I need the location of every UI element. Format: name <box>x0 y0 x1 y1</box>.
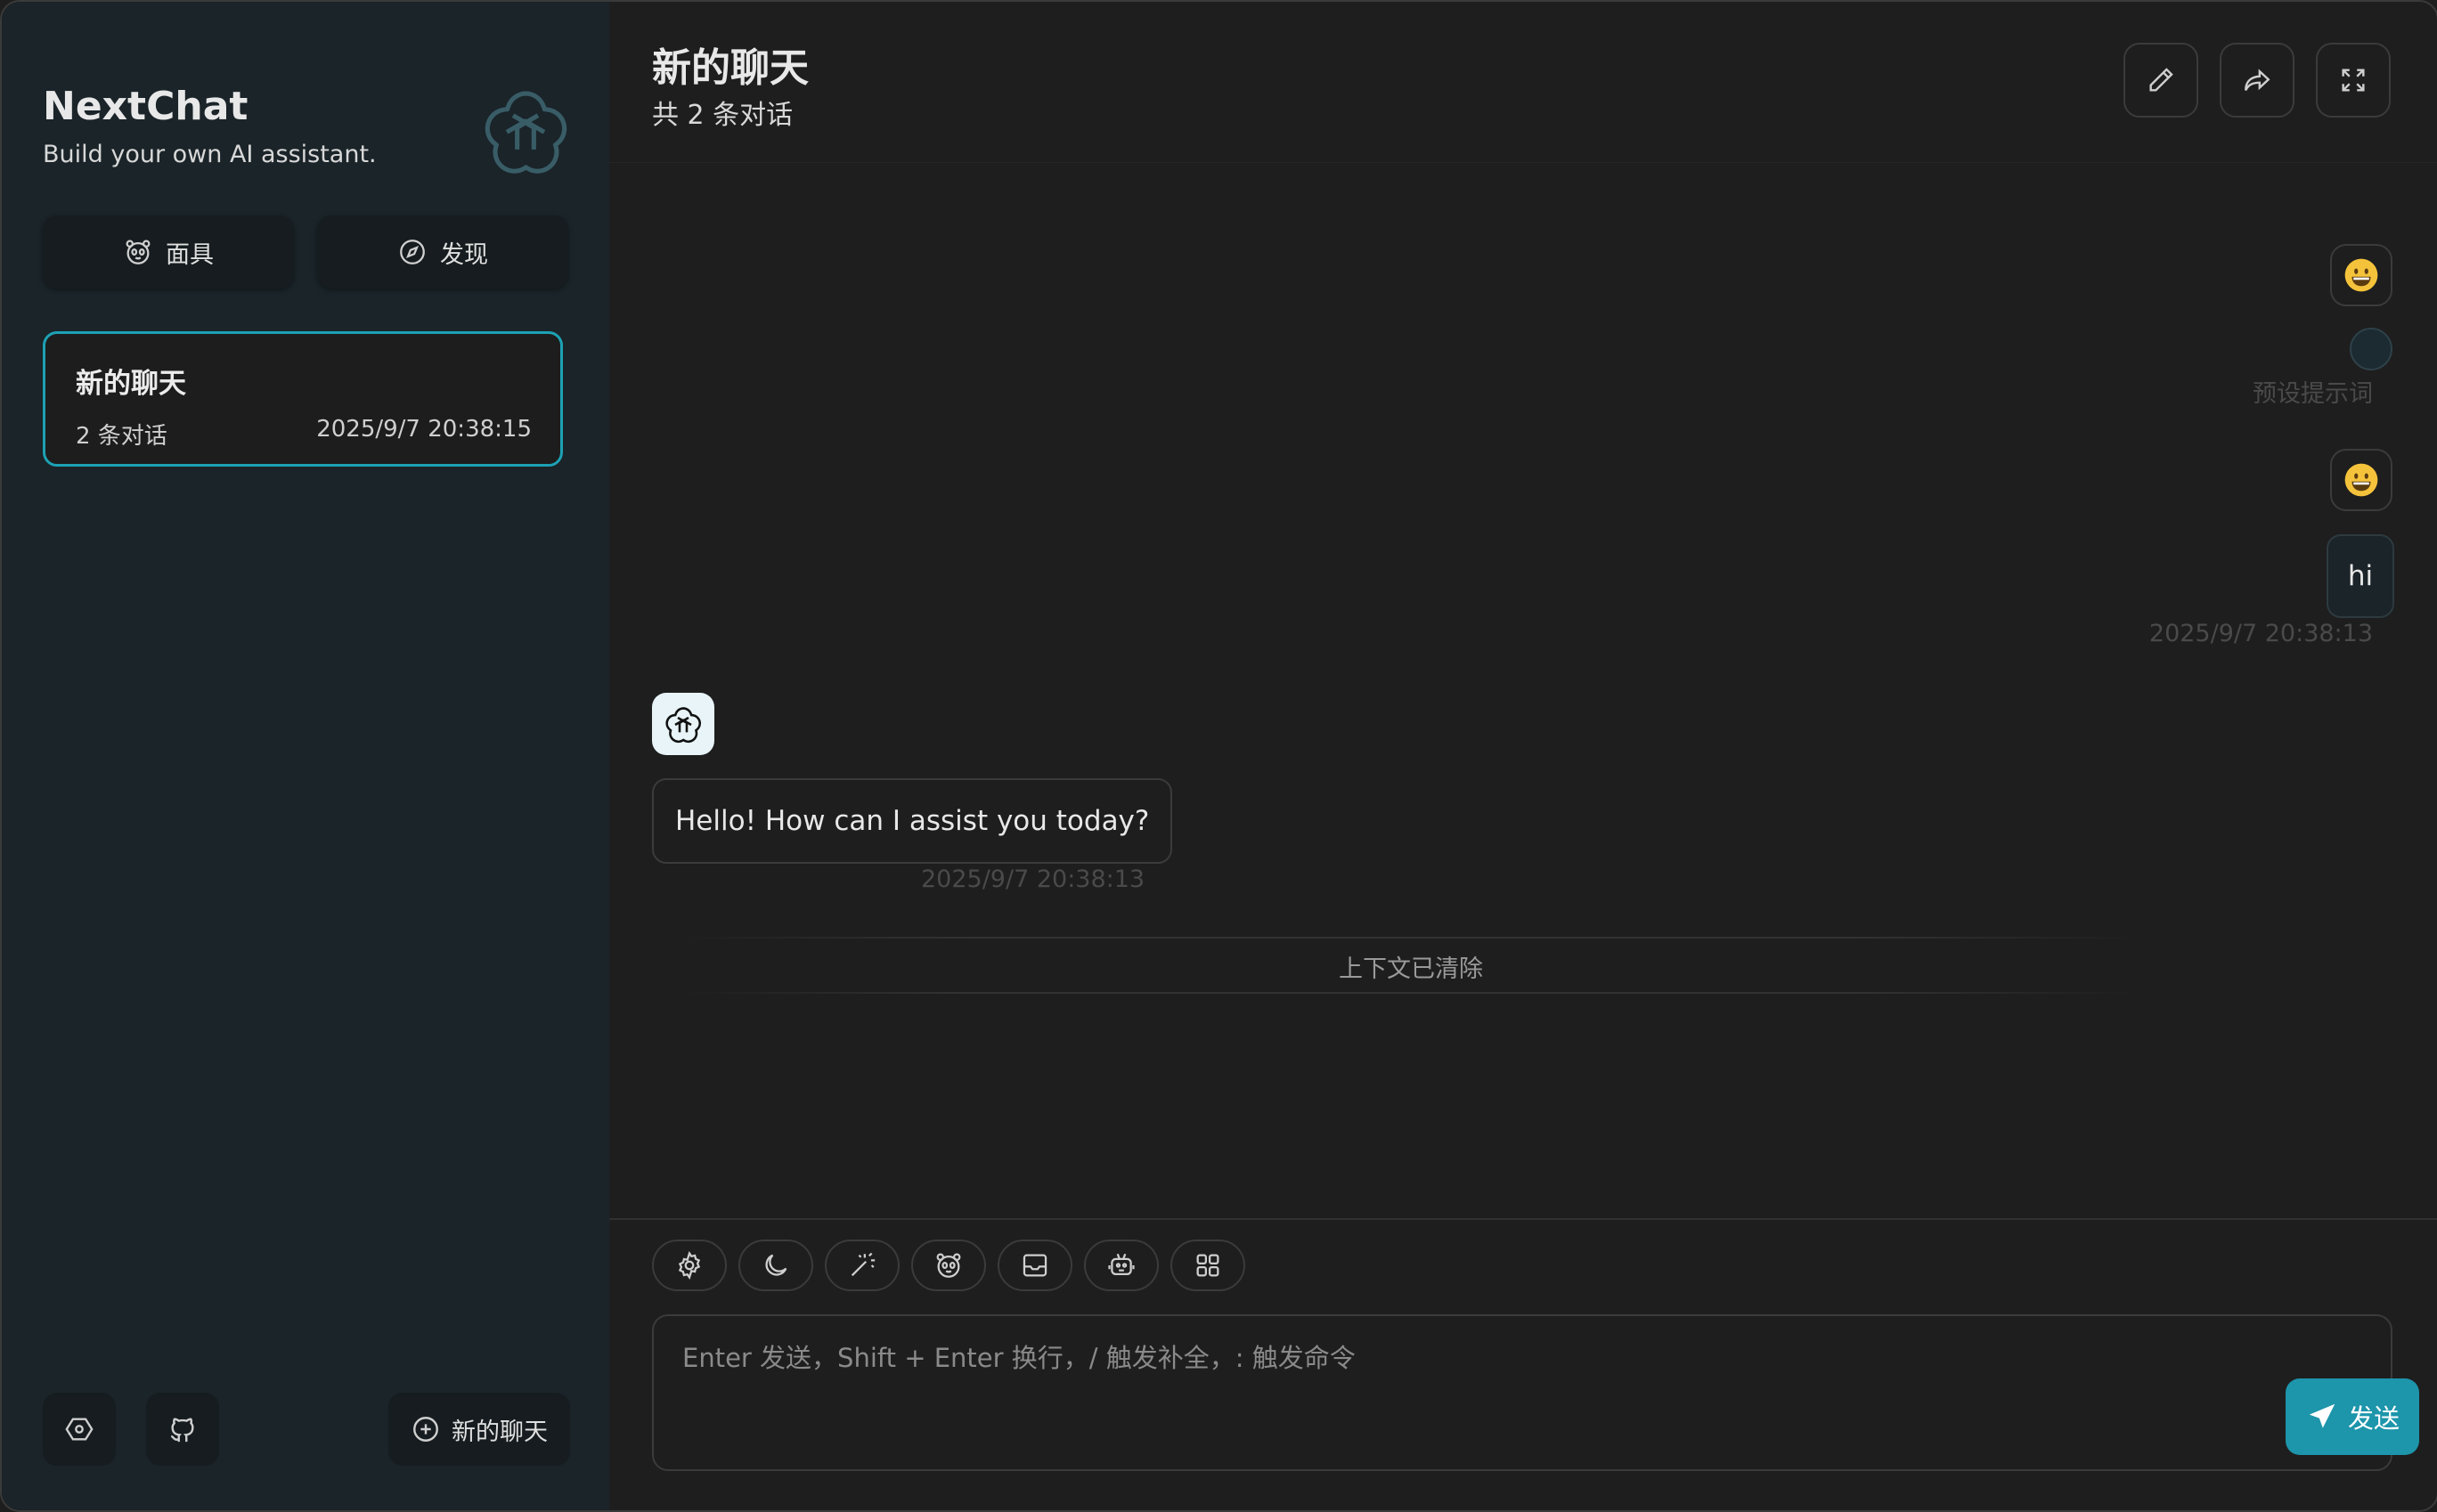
settings-hexagon-icon <box>65 1418 94 1441</box>
input-panel: 发送 <box>609 1218 2437 1510</box>
github-icon <box>170 1418 194 1443</box>
brand-title: NextChat <box>43 84 249 129</box>
send-button[interactable]: 发送 <box>2286 1378 2419 1455</box>
pencil-icon <box>2149 68 2173 92</box>
theme-toggle-button[interactable] <box>738 1240 813 1291</box>
chat-input[interactable] <box>654 1316 2391 1469</box>
rename-button[interactable] <box>2123 43 2198 118</box>
chat-settings-button[interactable] <box>652 1240 727 1291</box>
fullscreen-icon <box>2342 69 2365 92</box>
grid-icon <box>1196 1254 1219 1277</box>
plugins-button[interactable] <box>1170 1240 1245 1291</box>
chat-item-count: 2 条对话 <box>76 423 167 450</box>
smiley-emoji-icon <box>2344 258 2378 292</box>
settings-button[interactable] <box>43 1393 116 1466</box>
clear-context-button[interactable] <box>998 1240 1072 1291</box>
broom-box-icon <box>1023 1254 1047 1277</box>
new-chat-button-label: 新的聊天 <box>452 1418 548 1446</box>
fullscreen-button[interactable] <box>2316 43 2391 118</box>
preset-prompt-label: 预设提示词 <box>2253 380 2373 408</box>
magic-wand-icon <box>851 1252 876 1277</box>
github-button[interactable] <box>146 1393 219 1466</box>
mask-tool-button[interactable] <box>911 1240 986 1291</box>
new-chat-button[interactable]: 新的聊天 <box>388 1393 570 1466</box>
moon-icon <box>765 1254 787 1276</box>
context-cleared-label[interactable]: 上下文已清除 <box>609 949 2213 984</box>
user-avatar[interactable] <box>2330 244 2392 306</box>
chat-header: 新的聊天 共 2 条对话 <box>609 2 2437 163</box>
robot-icon <box>1108 1253 1135 1276</box>
share-button[interactable] <box>2220 43 2294 118</box>
chat-subtitle: 共 2 条对话 <box>652 100 794 131</box>
chat-list-item[interactable]: 新的聊天 2 条对话 2025/9/7 20:38:15 <box>43 331 563 467</box>
app-window: NextChat Build your own AI assistant. 面具… <box>0 0 2437 1512</box>
user-avatar[interactable] <box>2330 449 2392 511</box>
discover-button-label: 发现 <box>440 240 488 269</box>
user-message-bubble[interactable]: hi <box>2327 534 2394 618</box>
gear-icon <box>678 1250 701 1280</box>
bot-message-bubble[interactable]: Hello! How can I assist you today? <box>652 778 1173 864</box>
share-arrow-icon <box>2245 69 2270 91</box>
chat-title[interactable]: 新的聊天 <box>652 36 809 93</box>
chat-input-box: 发送 <box>652 1314 2419 1471</box>
chat-item-time: 2025/9/7 20:38:15 <box>316 416 532 443</box>
openai-logo-icon <box>476 80 575 180</box>
openai-logo-icon <box>665 707 701 744</box>
chat-main: 新的聊天 共 2 条对话 预设提示词 hi 2025/9/7 20:38:13 … <box>609 2 2437 1510</box>
add-circle-icon <box>413 1417 438 1442</box>
context-divider <box>681 992 2141 994</box>
context-divider <box>681 937 2141 939</box>
preset-indicator <box>2350 328 2392 370</box>
mask-icon <box>936 1253 961 1278</box>
user-message-time: 2025/9/7 20:38:13 <box>2148 620 2373 647</box>
sidebar: NextChat Build your own AI assistant. 面具… <box>2 2 609 1510</box>
brand-subtitle: Build your own AI assistant. <box>43 141 377 168</box>
model-select-button[interactable] <box>1084 1240 1159 1291</box>
bot-message-time: 2025/9/7 20:38:13 <box>921 866 1145 893</box>
mask-button-label: 面具 <box>166 240 214 269</box>
send-arrow-icon <box>2309 1403 2335 1428</box>
chat-item-title: 新的聊天 <box>76 368 186 400</box>
send-button-label: 发送 <box>2347 1403 2400 1434</box>
smiley-emoji-icon <box>2344 463 2378 497</box>
mask-button[interactable]: 面具 <box>43 215 294 289</box>
bot-avatar <box>652 693 714 755</box>
compass-icon <box>400 240 425 264</box>
mask-icon <box>126 240 151 264</box>
prompt-button[interactable] <box>825 1240 900 1291</box>
discover-button[interactable]: 发现 <box>317 215 568 289</box>
